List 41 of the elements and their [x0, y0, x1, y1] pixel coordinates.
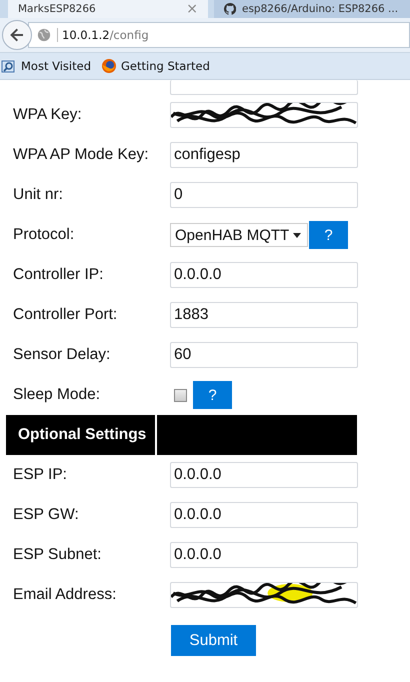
- field-label: Controller IP:: [13, 266, 104, 284]
- octocat-icon: [224, 3, 236, 15]
- field-label: Sleep Mode:: [13, 386, 102, 404]
- field-label: WPA AP Mode Key:: [13, 146, 150, 164]
- field-label: ESP IP:: [13, 466, 68, 484]
- field-label: WPA Key:: [13, 106, 83, 124]
- help-button[interactable]: ?: [193, 381, 232, 409]
- section-header: Optional Settings: [6, 415, 155, 455]
- caret-icon: [293, 232, 301, 238]
- back-arrow-icon: [9, 27, 25, 43]
- input-field[interactable]: configesp: [170, 142, 358, 168]
- input-field[interactable]: 0.0.0.0: [170, 462, 358, 488]
- bookmark-item[interactable]: Most Visited: [1, 58, 91, 74]
- tab-title: MarksESP8266: [18, 3, 97, 15]
- field-label: Sensor Delay:: [13, 346, 112, 364]
- browser-logo-icon: [101, 58, 117, 74]
- globe-icon: [37, 28, 51, 42]
- input-field[interactable]: [170, 80, 358, 95]
- browser-tab[interactable]: MarksESP8266 ×: [8, 0, 208, 18]
- url-text: 10.0.1.2/config: [57, 28, 149, 42]
- submit-button[interactable]: Submit: [171, 625, 256, 656]
- field-label: Unit nr:: [13, 186, 64, 204]
- input-field[interactable]: 0.0.0.0: [170, 262, 358, 288]
- input-field[interactable]: 0.0.0.0: [170, 542, 358, 568]
- field-label: ESP Subnet:: [13, 546, 102, 564]
- input-field[interactable]: 60: [170, 342, 358, 368]
- field-label: ESP GW:: [13, 506, 80, 524]
- help-button[interactable]: ?: [309, 221, 348, 249]
- field-label: Email Address:: [13, 586, 118, 604]
- address-bar[interactable]: 10.0.1.2/config: [28, 22, 410, 48]
- input-field[interactable]: 0.0.0.0: [170, 502, 358, 528]
- bookmark-item[interactable]: Getting Started: [101, 58, 210, 74]
- input-field[interactable]: 0: [170, 182, 358, 208]
- field-label: Protocol:: [13, 226, 76, 244]
- input-field[interactable]: 1883: [170, 302, 358, 328]
- checkbox[interactable]: [174, 388, 187, 402]
- back-button[interactable]: [2, 20, 32, 50]
- protocol-dropdown[interactable]: OpenHAB MQTT: [170, 223, 308, 247]
- browser-tab[interactable]: esp8266/Arduino: ESP8266 ...: [214, 0, 410, 18]
- field-label: Controller Port:: [13, 306, 118, 324]
- tab-title: esp8266/Arduino: ESP8266 ...: [242, 3, 398, 15]
